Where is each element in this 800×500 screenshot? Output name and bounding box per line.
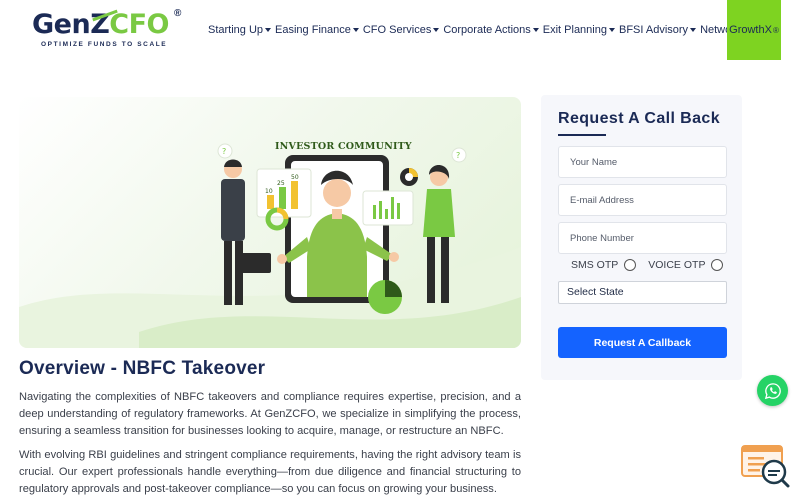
nav-bfsi-advisory[interactable]: BFSI Advisory: [619, 24, 697, 36]
chat-search-icon: [741, 445, 790, 488]
nav-corporate-actions[interactable]: Corporate Actions: [443, 24, 539, 36]
site-header: GenZCFO ® OPTIMIZE FUNDS TO SCALE Starti…: [0, 0, 800, 60]
main-nav: Starting Up Easing Finance CFO Services …: [208, 0, 752, 60]
caret-down-icon: [352, 28, 359, 32]
caret-down-icon: [532, 28, 539, 32]
title-underline: [558, 134, 606, 136]
name-field[interactable]: [558, 146, 727, 178]
bar-value-50: 50: [291, 174, 299, 181]
genzcfo-logo[interactable]: GenZCFO ® OPTIMIZE FUNDS TO SCALE: [32, 8, 184, 52]
phone-field[interactable]: [558, 222, 727, 254]
chat-search-widget[interactable]: [740, 444, 790, 488]
logo-registered-mark: ®: [174, 8, 182, 19]
hero-caption: INVESTOR COMMUNITY: [275, 141, 412, 152]
nav-starting-up[interactable]: Starting Up: [208, 24, 272, 36]
panel-title: Request A Call Back: [558, 110, 721, 127]
overview-paragraph-2: With evolving RBI guidelines and stringe…: [19, 449, 521, 495]
bar-value-25: 25: [277, 180, 285, 187]
nav-exit-planning[interactable]: Exit Planning: [543, 24, 615, 36]
caret-down-icon: [690, 28, 697, 32]
nav-easing-finance[interactable]: Easing Finance: [275, 24, 359, 36]
bar-value-10: 10: [265, 188, 273, 195]
voice-otp-label: VOICE OTP: [648, 259, 706, 271]
growthx-button[interactable]: GrowthX ®: [727, 0, 781, 60]
logo-tagline: OPTIMIZE FUNDS TO SCALE: [41, 41, 168, 48]
phone-input[interactable]: [559, 223, 726, 253]
caret-down-icon: [608, 28, 615, 32]
overview-paragraph-1: Navigating the complexities of NBFC take…: [19, 391, 521, 437]
overview-title: Overview - NBFC Takeover: [19, 358, 266, 379]
request-callback-button[interactable]: Request A Callback: [558, 327, 727, 358]
question-mark-right: ?: [456, 151, 460, 160]
email-input[interactable]: [559, 185, 726, 215]
state-select[interactable]: Select State: [558, 281, 727, 304]
email-field[interactable]: [558, 184, 727, 216]
name-input[interactable]: [559, 147, 726, 177]
investor-community-illustration: 10 25 50 ? ?: [19, 143, 521, 348]
question-mark-left: ?: [222, 147, 226, 156]
caret-down-icon: [265, 28, 272, 32]
caret-down-icon: [433, 28, 440, 32]
sms-otp-label: SMS OTP: [571, 259, 619, 271]
logo-wordmark: GenZCFO: [32, 9, 169, 40]
voice-otp-radio[interactable]: [711, 259, 724, 271]
nav-cfo-services[interactable]: CFO Services: [363, 24, 440, 36]
otp-options: SMS OTP VOICE OTP: [571, 259, 724, 271]
whatsapp-button[interactable]: [757, 375, 788, 406]
whatsapp-icon: [764, 382, 781, 399]
request-callback-panel: Request A Call Back SMS OTP VOICE OTP Se…: [541, 95, 742, 380]
hero-illustration: 10 25 50 ? ? INVESTOR COMMUNITY: [19, 97, 521, 348]
sms-otp-radio[interactable]: [624, 259, 637, 271]
